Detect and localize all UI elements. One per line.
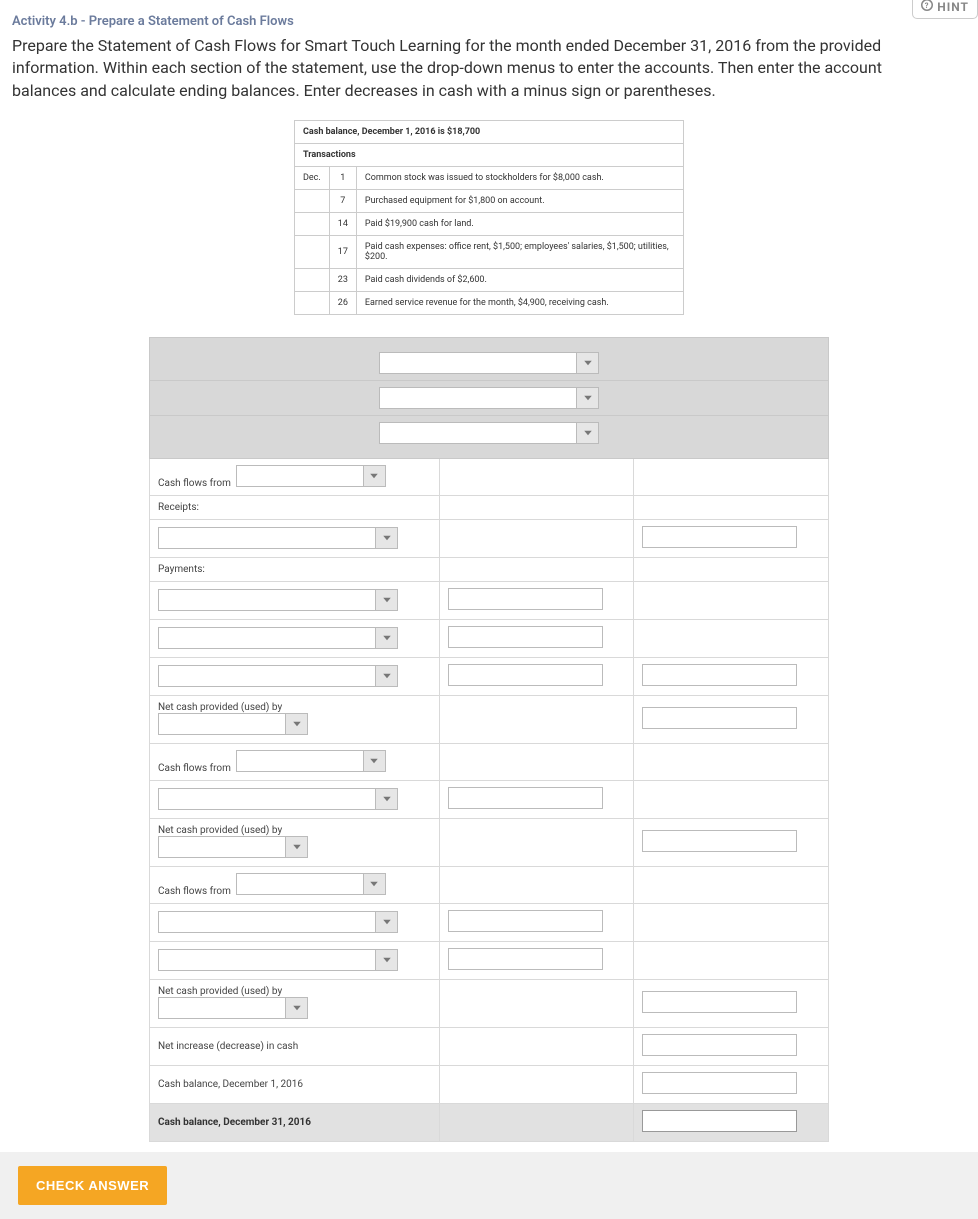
chevron-down-icon [375, 950, 397, 970]
net-cash-activity-select-1[interactable] [158, 713, 308, 735]
net-cash-amount-input-2[interactable] [642, 830, 797, 852]
net-cash-amount-input-3[interactable] [642, 991, 797, 1013]
hint-label: HINT [937, 0, 969, 14]
trans-text: Purchased equipment for $1,800 on accoun… [356, 190, 683, 213]
trans-day: 17 [329, 236, 356, 269]
payment-total-input[interactable] [642, 664, 797, 686]
hint-button[interactable]: ? HINT [912, 0, 978, 19]
trans-text: Paid $19,900 cash for land. [356, 213, 683, 236]
receipt-amount-input[interactable] [642, 526, 797, 548]
transactions-subheader: Transactions [295, 144, 684, 167]
trans-text: Paid cash dividends of $2,600. [356, 269, 683, 292]
cash-balance-begin-label: Cash balance, December 1, 2016 [158, 1079, 303, 1090]
chevron-down-icon [363, 466, 385, 486]
statement-title-select-1[interactable] [379, 352, 599, 374]
month-label: Dec. [295, 167, 330, 190]
cash-flows-from-label-3: Cash flows from [158, 886, 231, 897]
trans-text: Earned service revenue for the month, $4… [356, 292, 683, 315]
activity-type-select-3[interactable] [236, 873, 386, 895]
trans-text: Paid cash expenses: office rent, $1,500;… [356, 236, 683, 269]
chevron-down-icon [375, 590, 397, 610]
payments-label: Payments: [158, 564, 205, 575]
transactions-table: Cash balance, December 1, 2016 is $18,70… [294, 120, 684, 315]
chevron-down-icon [576, 353, 598, 373]
receipts-label: Receipts: [158, 502, 199, 513]
net-cash-amount-input-1[interactable] [642, 707, 797, 729]
cash-balance-end-label: Cash balance, December 31, 2016 [158, 1117, 311, 1128]
trans-day: 1 [329, 167, 356, 190]
footer-bar: CHECK ANSWER [0, 1152, 978, 1219]
section2-amount-input[interactable] [448, 787, 603, 809]
payment-account-select-1[interactable] [158, 589, 398, 611]
net-cash-label-3: Net cash provided (used) by [158, 986, 282, 997]
net-cash-activity-select-3[interactable] [158, 997, 308, 1019]
trans-day: 26 [329, 292, 356, 315]
statement-title-select-2[interactable] [379, 387, 599, 409]
payment-account-select-3[interactable] [158, 665, 398, 687]
section3-account-select-1[interactable] [158, 911, 398, 933]
payment-amount-input-1[interactable] [448, 588, 603, 610]
statement-title-select-3[interactable] [379, 422, 599, 444]
section2-account-select[interactable] [158, 788, 398, 810]
cash-balance-begin-input[interactable] [642, 1072, 797, 1094]
trans-day: 7 [329, 190, 356, 213]
chevron-down-icon [375, 666, 397, 686]
payment-amount-input-2[interactable] [448, 626, 603, 648]
chevron-down-icon [375, 789, 397, 809]
chevron-down-icon [375, 912, 397, 932]
payment-amount-input-3[interactable] [448, 664, 603, 686]
chevron-down-icon [285, 714, 307, 734]
statement-worksheet: Cash flows from Receipts: Payments: [149, 337, 829, 1142]
net-cash-activity-select-2[interactable] [158, 836, 308, 858]
payment-account-select-2[interactable] [158, 627, 398, 649]
chevron-down-icon [285, 998, 307, 1018]
cash-flows-from-label-2: Cash flows from [158, 763, 231, 774]
section3-amount-input-2[interactable] [448, 948, 603, 970]
receipt-account-select[interactable] [158, 527, 398, 549]
chevron-down-icon [576, 388, 598, 408]
cash-balance-header: Cash balance, December 1, 2016 is $18,70… [295, 121, 684, 144]
chevron-down-icon [375, 528, 397, 548]
activity-type-select-2[interactable] [236, 750, 386, 772]
chevron-down-icon [375, 628, 397, 648]
trans-text: Common stock was issued to stockholders … [356, 167, 683, 190]
net-cash-label-2: Net cash provided (used) by [158, 825, 282, 836]
activity-type-select-1[interactable] [236, 465, 386, 487]
net-increase-input[interactable] [642, 1034, 797, 1056]
section3-account-select-2[interactable] [158, 949, 398, 971]
cash-flows-from-label-1: Cash flows from [158, 478, 231, 489]
activity-title: Activity 4.b - Prepare a Statement of Ca… [0, 10, 978, 31]
trans-day: 14 [329, 213, 356, 236]
chevron-down-icon [363, 874, 385, 894]
cash-balance-end-input[interactable] [642, 1110, 797, 1132]
svg-text:?: ? [925, 1, 929, 10]
check-answer-button[interactable]: CHECK ANSWER [18, 1166, 167, 1205]
section3-amount-input-1[interactable] [448, 910, 603, 932]
trans-day: 23 [329, 269, 356, 292]
net-increase-label: Net increase (decrease) in cash [158, 1041, 298, 1052]
instructions-text: Prepare the Statement of Cash Flows for … [0, 31, 920, 120]
chevron-down-icon [363, 751, 385, 771]
chevron-down-icon [576, 423, 598, 443]
chevron-down-icon [285, 837, 307, 857]
help-icon: ? [921, 0, 933, 14]
net-cash-label-1: Net cash provided (used) by [158, 702, 282, 713]
